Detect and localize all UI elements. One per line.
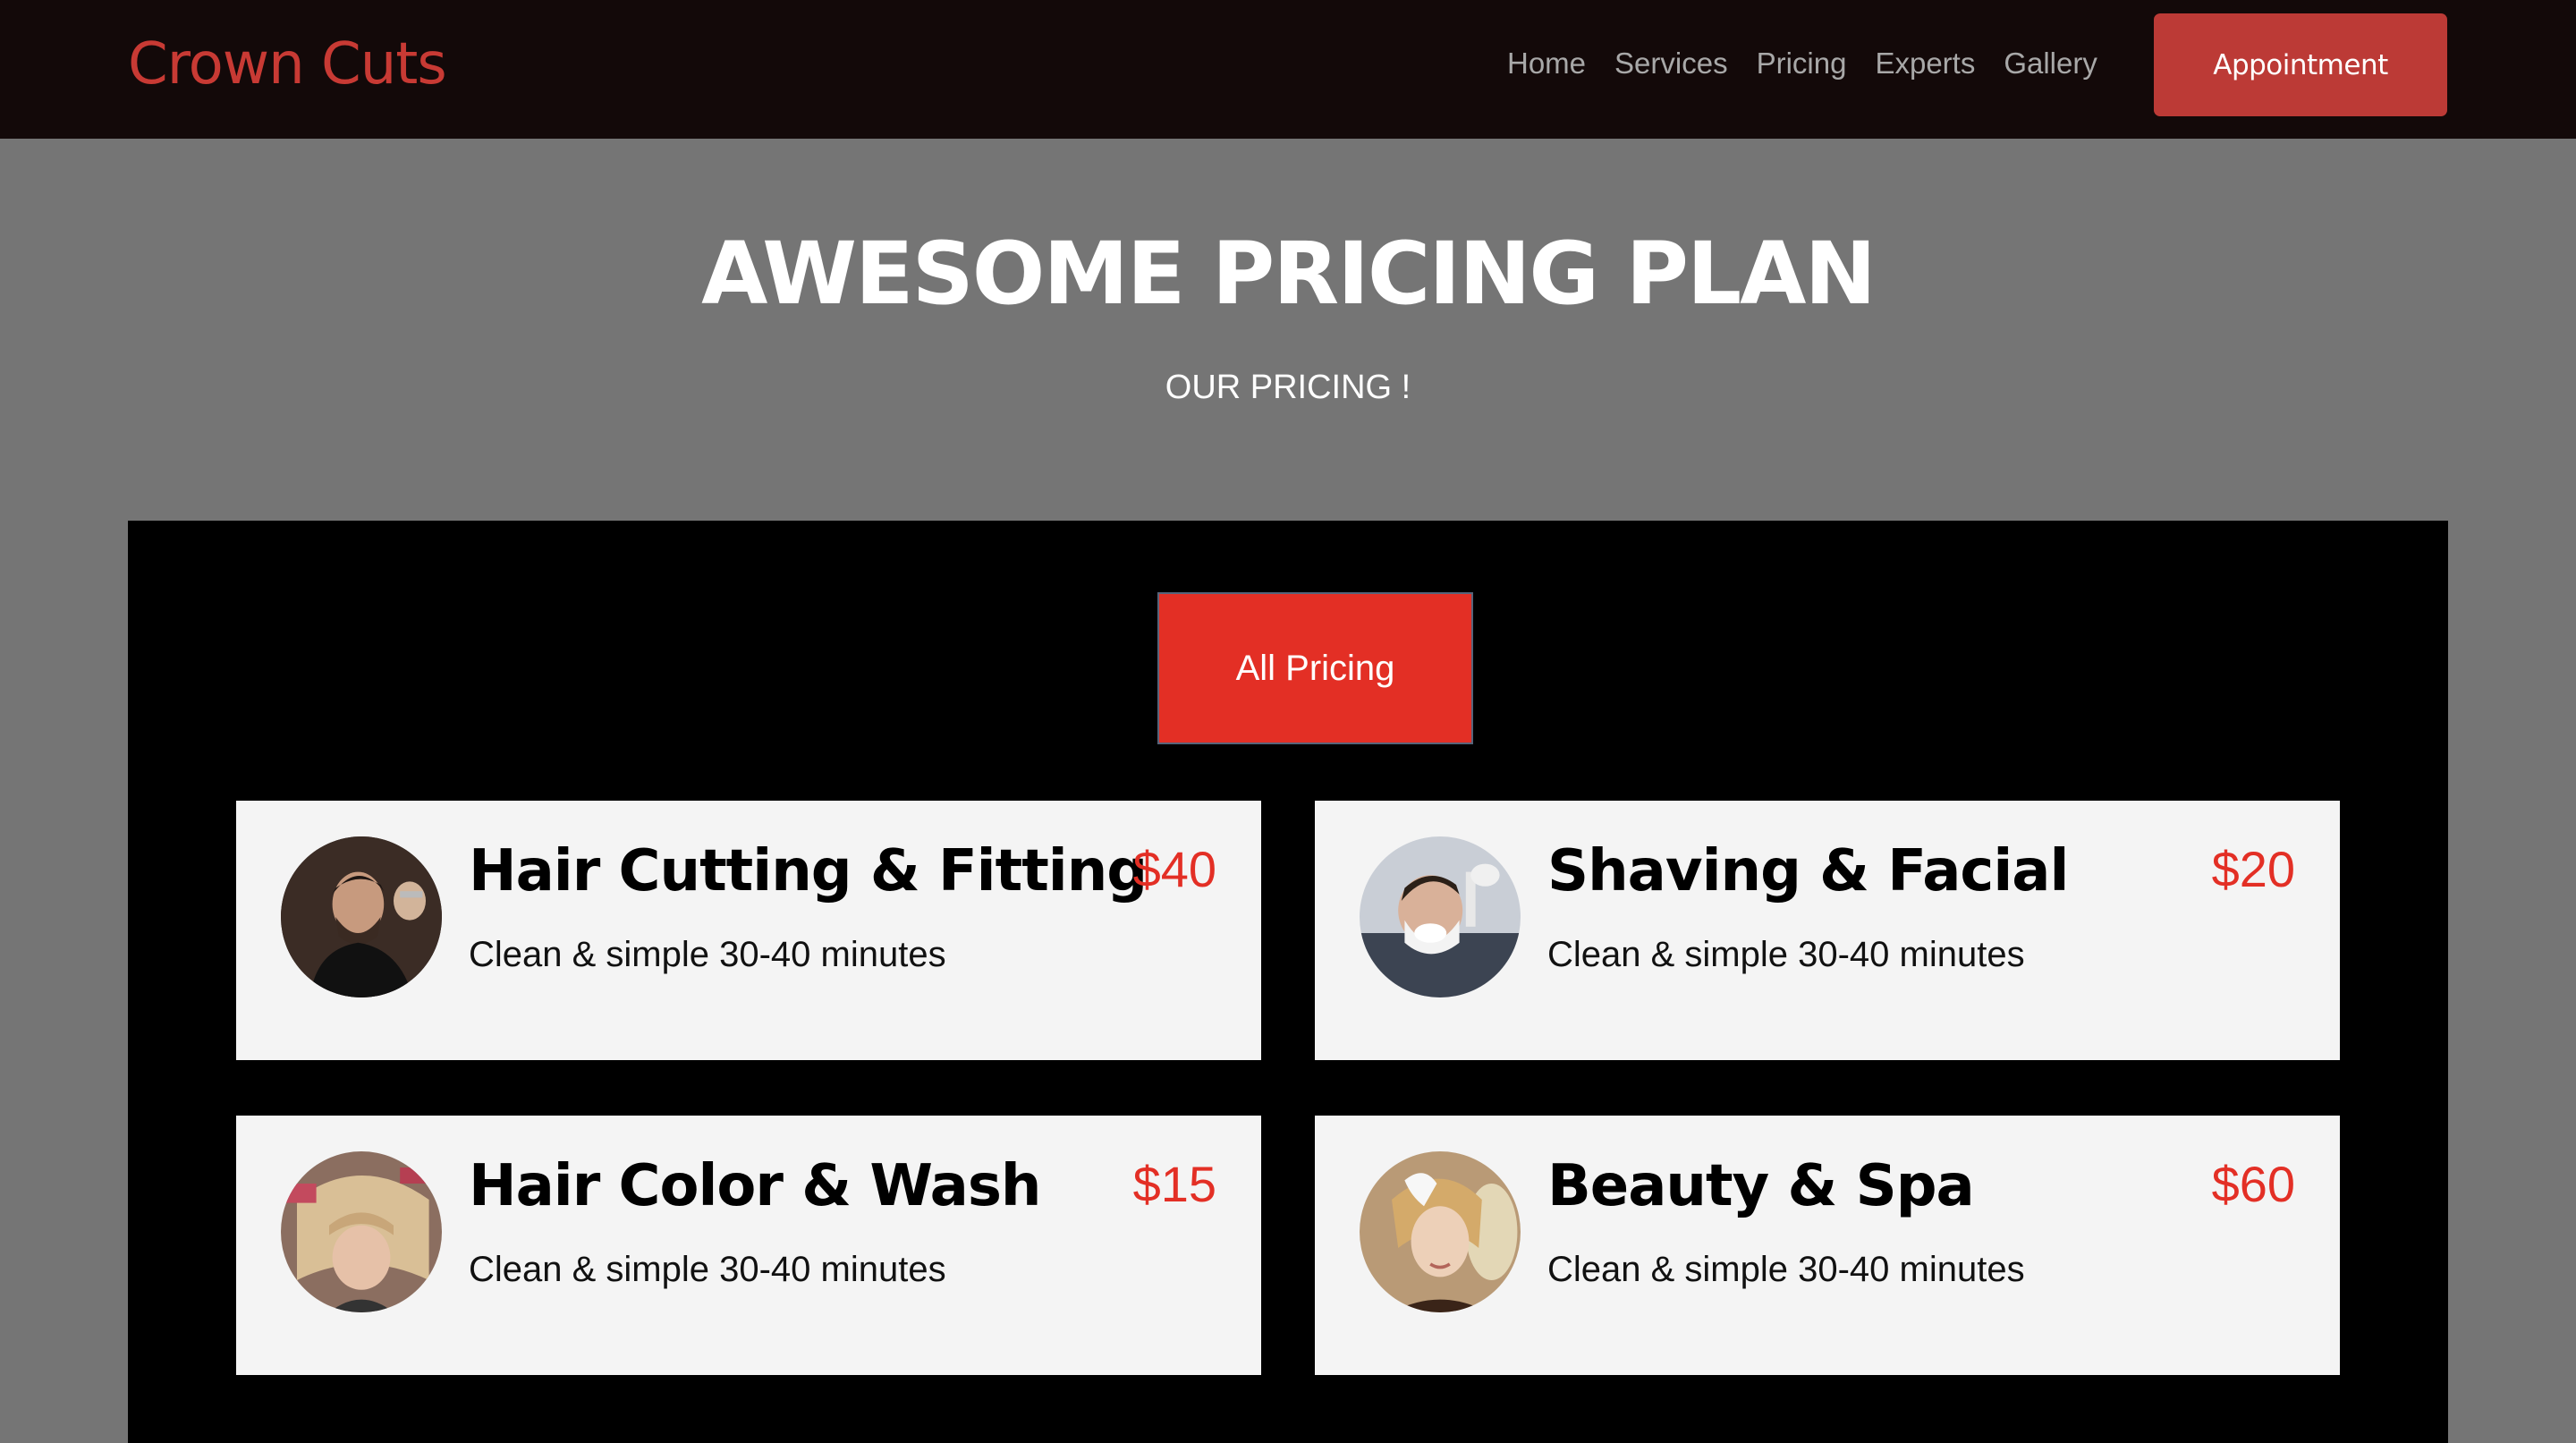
card-title: Hair Color & Wash [469,1153,1041,1219]
card-title: Hair Cutting & Fitting [469,838,1148,904]
barber-haircut-photo [281,836,442,997]
card-description: Clean & simple 30-40 minutes [1547,935,2025,974]
hair-color-photo [281,1151,442,1312]
main-nav: Home Services Pricing Experts Gallery [1507,47,2126,81]
page-subtitle: OUR PRICING ! [1165,369,1411,406]
nav-link-gallery[interactable]: Gallery [2004,47,2097,81]
card-price: $15 [1132,1156,1216,1212]
pricing-card: Beauty & Spa $60 Clean & simple 30-40 mi… [1315,1116,2340,1375]
page-title: AWESOME PRICING PLAN [701,224,1877,324]
appointment-button[interactable]: Appointment [2154,13,2447,116]
nav-link-services[interactable]: Services [1614,47,1728,81]
card-description: Clean & simple 30-40 minutes [469,1250,946,1289]
pricing-card: Hair Color & Wash $15 Clean & simple 30-… [236,1116,1261,1375]
beard-shave-photo [1360,836,1521,997]
card-description: Clean & simple 30-40 minutes [1547,1250,2025,1289]
spa-facial-photo [1360,1151,1521,1312]
pricing-card: Hair Cutting & Fitting $40 Clean & simpl… [236,801,1261,1060]
nav-link-experts[interactable]: Experts [1875,47,1975,81]
navbar: Crown Cuts Home Services Pricing Experts… [0,0,2576,139]
nav-link-pricing[interactable]: Pricing [1757,47,1847,81]
card-price: $40 [1132,841,1216,897]
card-title: Shaving & Facial [1547,838,2069,904]
pricing-card: Shaving & Facial $20 Clean & simple 30-4… [1315,801,2340,1060]
brand-logo[interactable]: Crown Cuts [128,31,447,98]
card-title: Beauty & Spa [1547,1153,1975,1219]
card-price: $20 [2211,841,2295,897]
all-pricing-filter-button[interactable]: All Pricing [1157,592,1473,744]
nav-link-home[interactable]: Home [1507,47,1586,81]
card-description: Clean & simple 30-40 minutes [469,935,946,974]
card-price: $60 [2211,1156,2295,1212]
